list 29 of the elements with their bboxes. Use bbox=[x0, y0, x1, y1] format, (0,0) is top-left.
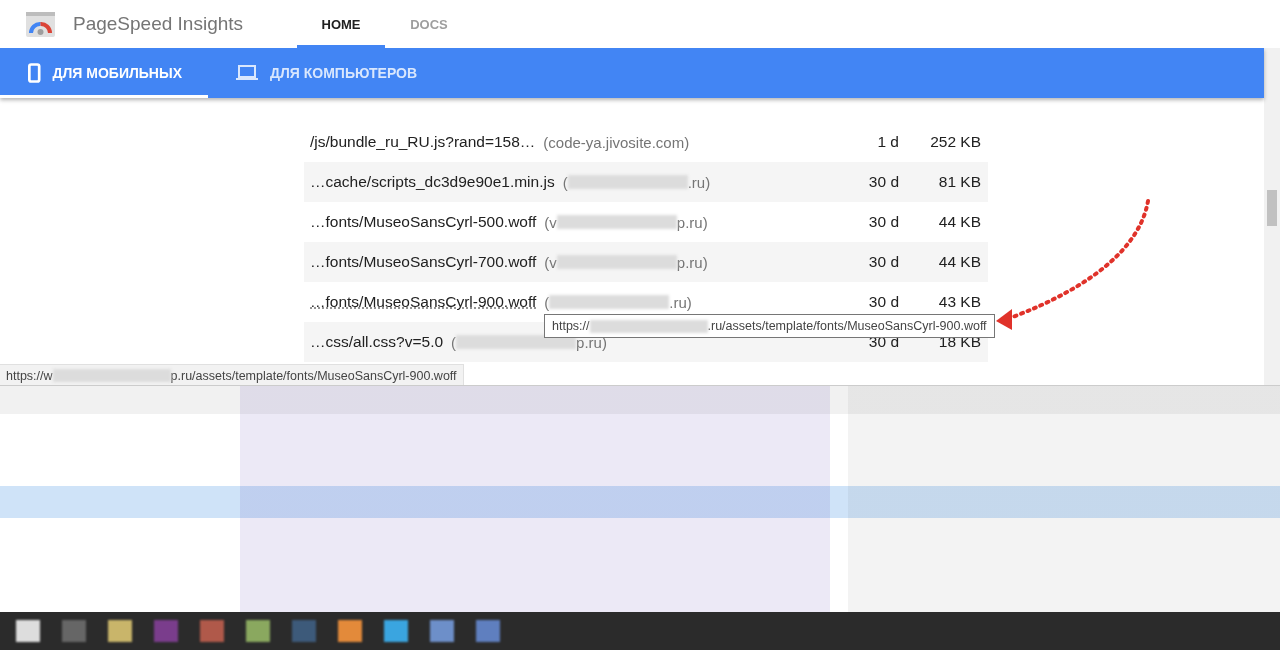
resource-url[interactable]: …fonts/MuseoSansCyrl-500.woff bbox=[310, 213, 537, 231]
device-tab[interactable]: ДЛЯ МОБИЛЬНЫХ bbox=[0, 48, 208, 98]
resource-host: (v p.ru) bbox=[544, 253, 708, 271]
logo-icon bbox=[26, 11, 55, 37]
transfer-size: 44 KB bbox=[937, 213, 981, 231]
resource-host: (v p.ru) bbox=[544, 213, 708, 231]
transfer-size: 252 KB bbox=[929, 133, 981, 151]
resource-host: ( .ru) bbox=[562, 173, 711, 191]
resource-url[interactable]: …fonts/MuseoSansCyrl-900.woff bbox=[310, 293, 537, 311]
cache-ttl: 30 d bbox=[867, 213, 899, 231]
scrollbar[interactable] bbox=[1264, 48, 1280, 385]
url-tooltip: https:// .ru/assets/template/fonts/MuseoSansCyrl-900.woff bbox=[544, 314, 995, 338]
resource-url[interactable]: …cache/scripts_dc3d9e90e1.min.js bbox=[310, 173, 555, 191]
cache-ttl: 30 d bbox=[867, 293, 899, 311]
resource-host: (code-ya.jivosite.com) bbox=[543, 133, 690, 151]
status-bar: https://w p.ru/assets/template/fonts/MuseoSansCyrl-900.woff bbox=[0, 364, 464, 385]
transfer-size: 44 KB bbox=[937, 253, 981, 271]
resource-host: ( .ru) bbox=[544, 293, 692, 311]
cache-ttl: 30 d bbox=[867, 253, 899, 271]
cache-ttl: 1 d bbox=[876, 133, 899, 151]
phone-icon bbox=[28, 62, 41, 84]
app-title: PageSpeed Insights bbox=[73, 13, 244, 35]
laptop-icon bbox=[236, 65, 258, 81]
cache-ttl: 30 d bbox=[867, 173, 899, 191]
resource-url[interactable]: …css/all.css?v=5.0 bbox=[310, 333, 444, 351]
transfer-size: 43 KB bbox=[937, 293, 981, 311]
resource-url[interactable]: /js/bundle_ru_RU.js?rand=158… bbox=[310, 133, 536, 151]
transfer-size: 81 KB bbox=[937, 173, 981, 191]
resource-url[interactable]: …fonts/MuseoSansCyrl-700.woff bbox=[310, 253, 537, 271]
